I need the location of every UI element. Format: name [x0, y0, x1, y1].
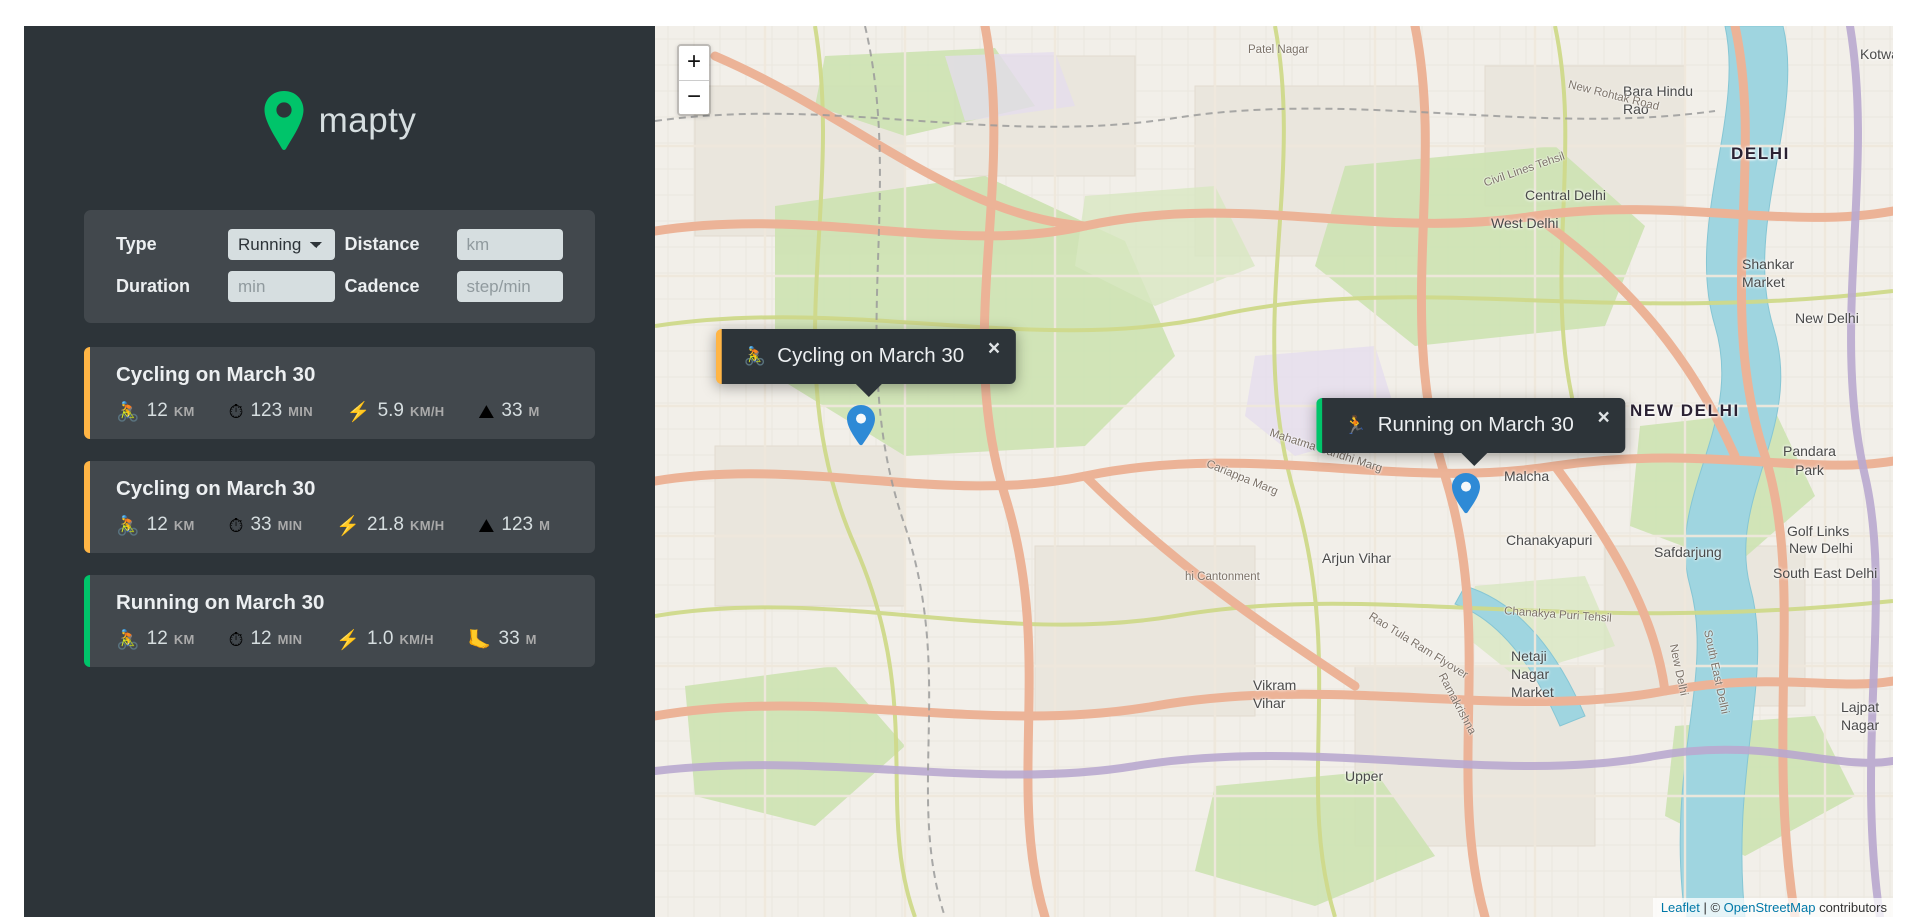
workout-list: Cycling on March 30 🚴 12 km ⏱ 123 min ⚡️ 5.9 km/h…	[84, 347, 595, 689]
map-popup-running-title: Running on March 30	[1377, 413, 1574, 436]
type-label: Type	[116, 234, 157, 254]
workout-detail-unit: m	[528, 404, 540, 419]
workout-detail-unit: m	[525, 632, 537, 647]
workout-detail-value: 21.8	[367, 514, 404, 535]
cyclist-icon: 🚴	[116, 630, 140, 651]
map-popup-cycling-title: Cycling on March 30	[777, 344, 965, 367]
leaflet-link[interactable]: Leaflet	[1661, 900, 1700, 915]
workout-detail-value: 33	[250, 514, 272, 535]
map-popup-cycling-close-icon[interactable]: ×	[988, 338, 1000, 359]
map-popup-cycling[interactable]: 🚴 Cycling on March 30 ×	[715, 329, 1017, 397]
workout-detail-unit: min	[277, 518, 303, 533]
workout-detail-unit: km	[173, 404, 195, 419]
workout-title: Running on March 30	[116, 591, 325, 614]
workout-title: Cycling on March 30	[116, 363, 316, 386]
workout-detail: 🦶 33 m	[468, 628, 537, 650]
workout-details: 🚴 12 km ⏱ 123 min ⚡️ 5.9 km/h ⛰ 33 m	[116, 400, 569, 422]
workout-item[interactable]: Cycling on March 30 🚴 12 km ⏱ 123 min ⚡️ 5.9 km/h…	[84, 347, 595, 439]
workout-detail-value: 5.9	[377, 400, 404, 421]
workout-title: Cycling on March 30	[116, 477, 316, 500]
duration-input[interactable]	[228, 271, 335, 302]
workout-details: 🚴 12 km ⏱ 12 min ⚡️ 1.0 km/h 🦶 33 m	[116, 628, 569, 650]
workout-detail-unit: km	[173, 632, 195, 647]
cadence-label: Cadence	[344, 276, 420, 296]
stopwatch-icon: ⏱	[228, 516, 244, 537]
zoom-in-button[interactable]: +	[679, 46, 709, 80]
brand-logo: mapty	[84, 90, 595, 152]
workout-detail-value: 12	[146, 628, 168, 649]
map-popup-running[interactable]: 🏃 Running on March 30 ×	[1316, 398, 1626, 466]
workout-detail-value: 33	[501, 400, 523, 421]
workout-detail: ⛰ 123 m	[478, 514, 550, 536]
workout-detail: ⛰ 33 m	[478, 400, 539, 422]
duration-label: Duration	[116, 276, 190, 296]
cadence-input[interactable]	[456, 271, 563, 302]
attribution-suffix: contributors	[1815, 900, 1887, 915]
popup-tip	[854, 383, 883, 397]
workout-detail-value: 1.0	[367, 628, 394, 649]
workout-detail: 🚴 12 km	[116, 628, 195, 650]
distance-input[interactable]	[456, 229, 563, 260]
stopwatch-icon: ⏱	[228, 630, 244, 651]
workout-detail: ⏱ 33 min	[229, 514, 303, 536]
workout-detail: ⚡️ 1.0 km/h	[336, 628, 434, 650]
workout-detail-value: 123	[501, 514, 534, 535]
workout-detail: 🚴 12 km	[116, 400, 195, 422]
workout-detail: ⚡️ 21.8 km/h	[336, 514, 444, 536]
foot-icon: 🦶	[467, 630, 492, 651]
workout-detail-value: 12	[146, 514, 168, 535]
location-pin-icon	[263, 90, 305, 152]
workout-detail-value: 123	[250, 400, 283, 421]
mapty-app: mapty Type Running Cycling Distance Dura…	[24, 26, 1893, 917]
openstreetmap-link[interactable]: OpenStreetMap	[1724, 900, 1816, 915]
workout-detail-unit: min	[277, 632, 303, 647]
runner-icon: 🏃	[1344, 415, 1367, 435]
zoom-out-button[interactable]: −	[679, 80, 709, 114]
cyclist-icon: 🚴	[116, 402, 140, 423]
brand-name: mapty	[318, 101, 417, 140]
workout-detail: 🚴 12 km	[116, 514, 195, 536]
sidebar: mapty Type Running Cycling Distance Dura…	[24, 26, 655, 917]
workout-detail-unit: m	[539, 518, 551, 533]
attribution-separator: | ©	[1699, 900, 1724, 915]
mountain-icon: ⛰	[478, 516, 495, 537]
workout-detail-unit: km	[173, 518, 195, 533]
map-marker-cycling[interactable]	[846, 404, 876, 446]
bolt-icon: ⚡️	[336, 630, 361, 651]
workout-detail-unit: km/h	[410, 404, 445, 419]
stopwatch-icon: ⏱	[228, 402, 244, 423]
map-container[interactable]: DELHI NEW DELHI Central Delhi West Delhi…	[655, 26, 1893, 917]
map-tiles	[655, 26, 1893, 917]
bolt-icon: ⚡️	[346, 402, 371, 423]
workout-detail-value: 33	[498, 628, 520, 649]
workout-detail: ⏱ 12 min	[229, 628, 303, 650]
workout-detail-unit: min	[288, 404, 313, 419]
zoom-controls: + −	[677, 44, 711, 116]
new-workout-form: Type Running Cycling Distance Duration C…	[84, 210, 595, 323]
workout-detail-value: 12	[146, 400, 168, 421]
mountain-icon: ⛰	[478, 402, 495, 423]
bolt-icon: ⚡️	[336, 516, 361, 537]
map-popup-running-close-icon[interactable]: ×	[1597, 407, 1609, 428]
workout-item[interactable]: Cycling on March 30 🚴 12 km ⏱ 33 min ⚡️ 21.8 km/h…	[84, 461, 595, 553]
distance-label: Distance	[344, 234, 420, 254]
workout-detail-unit: km/h	[410, 518, 445, 533]
cyclist-icon: 🚴	[116, 516, 140, 537]
workout-detail-unit: km/h	[399, 632, 434, 647]
map-attribution: Leaflet | © OpenStreetMap contributors	[1652, 898, 1893, 917]
workout-item[interactable]: Running on March 30 🚴 12 km ⏱ 12 min ⚡️ 1.0 km/h 🦶…	[84, 575, 595, 667]
cyclist-icon: 🚴	[743, 346, 767, 366]
workout-detail-value: 12	[250, 628, 272, 649]
workout-details: 🚴 12 km ⏱ 33 min ⚡️ 21.8 km/h ⛰ 123 m	[116, 514, 569, 536]
map-marker-running[interactable]	[1451, 472, 1481, 514]
workout-detail: ⏱ 123 min	[229, 400, 313, 422]
type-select[interactable]: Running Cycling	[228, 229, 335, 260]
workout-detail: ⚡️ 5.9 km/h	[347, 400, 445, 422]
popup-tip	[1460, 452, 1488, 466]
